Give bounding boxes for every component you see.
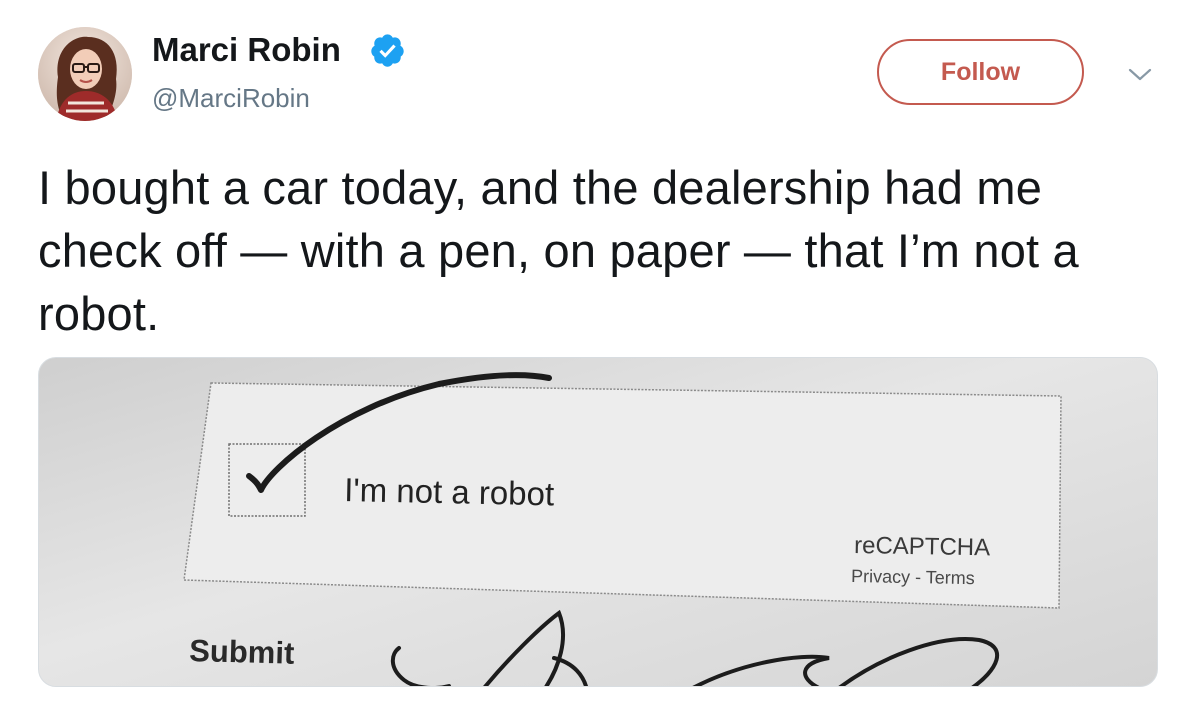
avatar-image	[38, 27, 132, 121]
recaptcha-paper-photo: I'm not a robot reCAPTCHA Privacy - Term…	[39, 358, 1157, 686]
submit-label: Submit	[189, 633, 295, 671]
recaptcha-links: Privacy - Terms	[851, 566, 975, 588]
tweet-media-photo[interactable]: I'm not a robot reCAPTCHA Privacy - Term…	[38, 357, 1158, 687]
recaptcha-brand: reCAPTCHA	[854, 532, 990, 561]
tweet-text: I bought a car today, and the dealership…	[38, 161, 1079, 340]
checkbox-label: I'm not a robot	[344, 471, 555, 512]
avatar[interactable]	[38, 27, 132, 121]
chevron-down-icon[interactable]	[1125, 63, 1155, 85]
follow-button[interactable]: Follow	[877, 39, 1084, 105]
author-handle[interactable]: @MarciRobin	[152, 82, 310, 114]
verified-badge-icon	[371, 34, 404, 67]
author-display-name[interactable]: Marci Robin	[152, 30, 341, 70]
